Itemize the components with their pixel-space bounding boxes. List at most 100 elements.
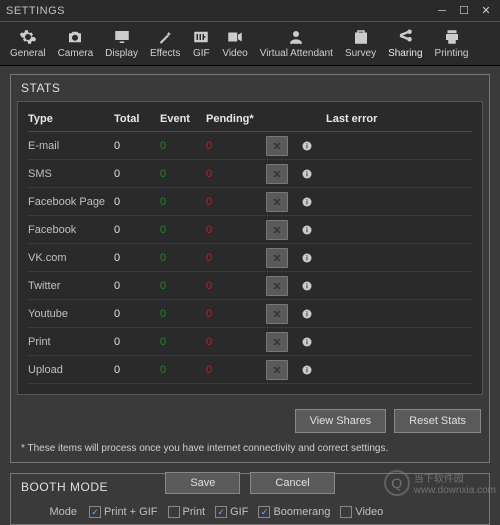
cell-event: 0 [160,140,206,152]
cell-event: 0 [160,336,206,348]
stats-header-row: Type Total Event Pending* Last error [28,106,472,132]
cell-pending: 0 [206,168,266,180]
checkbox-icon [340,506,352,518]
minimize-button[interactable]: ─ [434,4,450,18]
view-shares-button[interactable]: View Shares [295,409,387,433]
checkbox-label: Print + GIF [104,506,158,518]
col-header-total: Total [114,113,160,125]
table-row: Print000i [28,328,472,356]
tab-display[interactable]: Display [99,26,144,61]
col-header-type: Type [28,113,114,125]
mode-checkbox[interactable]: Print [168,506,206,518]
mode-checkbox[interactable]: Video [340,506,383,518]
cell-pending: 0 [206,196,266,208]
wand-icon [156,28,174,46]
info-button[interactable]: i [296,276,318,296]
info-button[interactable]: i [296,220,318,240]
tab-effects[interactable]: Effects [144,26,186,61]
printer-icon [443,28,461,46]
mode-checkbox[interactable]: ✓Boomerang [258,506,330,518]
tab-label: Sharing [388,48,422,59]
cell-type: Facebook [28,224,114,236]
clear-row-button[interactable] [266,248,288,268]
cell-total: 0 [114,364,160,376]
checkbox-icon: ✓ [258,506,270,518]
info-button[interactable]: i [296,304,318,324]
tab-label: Virtual Attendant [260,48,333,59]
clear-row-button[interactable] [266,136,288,156]
mode-checkbox[interactable]: ✓Print + GIF [89,506,158,518]
cell-type: Upload [28,364,114,376]
watermark-text: 当下软件园 [414,470,496,485]
col-header-pending: Pending* [206,113,266,125]
table-row: Facebook000i [28,216,472,244]
cell-event: 0 [160,280,206,292]
booth-mode-label: Mode [21,506,81,518]
clear-row-button[interactable] [266,304,288,324]
info-button[interactable]: i [296,332,318,352]
watermark-logo-icon: Q [384,470,410,496]
mode-checkbox[interactable]: ✓GIF [215,506,248,518]
clear-row-button[interactable] [266,192,288,212]
tab-video[interactable]: Video [216,26,253,61]
cancel-button[interactable]: Cancel [250,472,334,494]
watermark-url: www.downxia.com [414,485,496,496]
reset-stats-button[interactable]: Reset Stats [394,409,481,433]
table-row: VK.com000i [28,244,472,272]
clipboard-icon [352,28,370,46]
cell-pending: 0 [206,280,266,292]
cell-pending: 0 [206,140,266,152]
save-button[interactable]: Save [165,472,240,494]
table-row: SMS000i [28,160,472,188]
svg-text:i: i [306,367,308,374]
content-area: STATS Type Total Event Pending* Last err… [0,66,500,525]
person-icon [287,28,305,46]
tab-general[interactable]: General [4,26,52,61]
cell-type: Facebook Page [28,196,114,208]
checkbox-label: Print [183,506,206,518]
tab-label: Effects [150,48,180,59]
info-button[interactable]: i [296,164,318,184]
info-button[interactable]: i [296,248,318,268]
video-icon [226,28,244,46]
booth-mode-row: Mode ✓Print + GIFPrint✓GIF✓BoomerangVide… [11,500,489,524]
gear-icon [19,28,37,46]
maximize-button[interactable]: ☐ [456,4,472,18]
cell-pending: 0 [206,308,266,320]
table-row: Youtube000i [28,300,472,328]
tab-printing[interactable]: Printing [429,26,475,61]
info-button[interactable]: i [296,360,318,380]
checkbox-label: Boomerang [273,506,330,518]
cell-type: E-mail [28,140,114,152]
tab-survey[interactable]: Survey [339,26,382,61]
svg-text:i: i [306,339,308,346]
stats-panel-body: Type Total Event Pending* Last error E-m… [17,101,483,395]
tab-camera[interactable]: Camera [52,26,100,61]
table-row: Upload000i [28,356,472,384]
tab-label: Camera [58,48,94,59]
window-controls: ─ ☐ ✕ [434,4,494,18]
cell-total: 0 [114,308,160,320]
clear-row-button[interactable] [266,360,288,380]
clear-row-button[interactable] [266,220,288,240]
cell-event: 0 [160,224,206,236]
tab-virtual-attendant[interactable]: Virtual Attendant [254,26,339,61]
tab-gif[interactable]: GIF [186,26,216,61]
clear-row-button[interactable] [266,332,288,352]
close-button[interactable]: ✕ [478,4,494,18]
clear-row-button[interactable] [266,276,288,296]
info-button[interactable]: i [296,192,318,212]
tab-label: Printing [435,48,469,59]
cell-type: Print [28,336,114,348]
cell-pending: 0 [206,364,266,376]
info-button[interactable]: i [296,136,318,156]
svg-text:i: i [306,143,308,150]
stats-panel-title: STATS [11,75,489,101]
clear-row-button[interactable] [266,164,288,184]
checkbox-icon: ✓ [89,506,101,518]
svg-text:i: i [306,199,308,206]
tab-label: Video [222,48,247,59]
stats-panel: STATS Type Total Event Pending* Last err… [10,74,490,463]
cell-total: 0 [114,168,160,180]
tab-sharing[interactable]: Sharing [382,26,428,61]
